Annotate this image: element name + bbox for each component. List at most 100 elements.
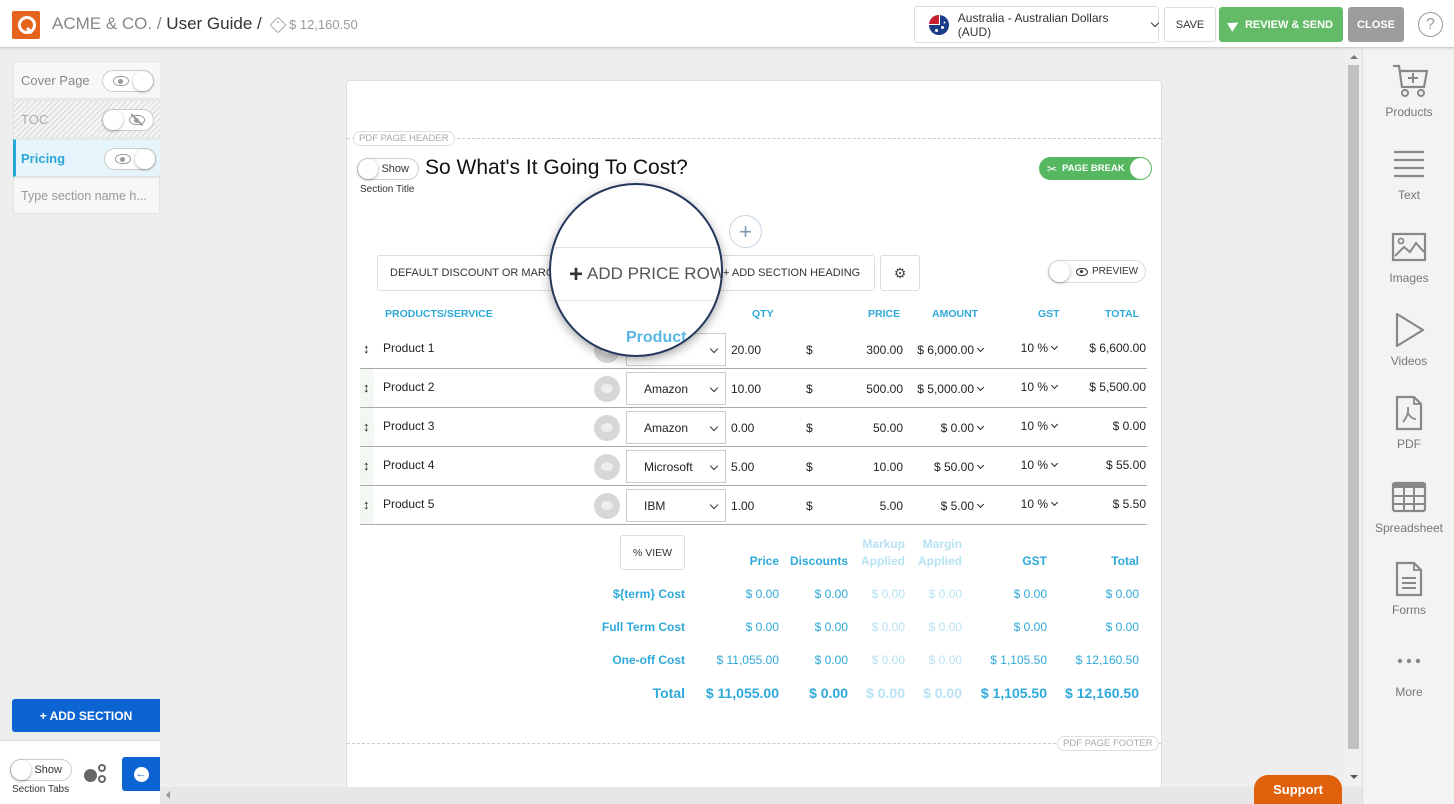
comment-icon[interactable] <box>594 493 620 519</box>
add-price-row-magnified[interactable]: + ADD PRICE ROW <box>569 260 721 288</box>
tool-text[interactable]: Text <box>1363 146 1454 202</box>
supplier-select[interactable]: Microsoft <box>626 450 726 483</box>
visibility-toggle[interactable] <box>104 148 156 170</box>
tool-spreadsheet[interactable]: Spreadsheet <box>1363 479 1454 535</box>
supplier-select[interactable]: Amazon <box>626 411 726 444</box>
paper-plane-icon <box>1227 17 1241 32</box>
price-value[interactable]: 300.00 <box>830 343 903 357</box>
percent-view-button[interactable]: % VIEW <box>620 535 685 570</box>
product-name[interactable]: Product 4 <box>383 458 434 472</box>
drag-arrows-icon[interactable]: ↕ <box>363 380 370 395</box>
gst-select[interactable]: 10 % <box>1000 380 1059 394</box>
pdf-page-footer-label[interactable]: PDF PAGE FOOTER <box>1057 736 1159 751</box>
section-label: TOC <box>21 111 49 127</box>
close-button[interactable]: CLOSE <box>1348 7 1404 42</box>
gst-select[interactable]: 10 % <box>1000 497 1059 511</box>
toggle-knob <box>358 159 378 179</box>
add-section-heading-button[interactable]: + ADD SECTION HEADING <box>715 255 875 291</box>
qty-value[interactable]: 0.00 <box>731 421 754 435</box>
help-icon[interactable]: ? <box>1418 12 1443 37</box>
product-name[interactable]: Product 2 <box>383 380 434 394</box>
amount-select[interactable]: $ 0.00 <box>903 421 985 435</box>
breadcrumb-company[interactable]: ACME & CO. / <box>52 14 166 33</box>
gst-select[interactable]: 10 % <box>1000 341 1059 355</box>
supplier-select[interactable]: IBM <box>626 489 726 522</box>
section-title[interactable]: So What's It Going To Cost? <box>425 156 688 180</box>
spreadsheet-icon <box>1391 479 1427 515</box>
plus-icon: + <box>569 260 584 288</box>
drag-arrows-icon[interactable]: ↕ <box>363 419 370 434</box>
price-value[interactable]: 50.00 <box>830 421 903 435</box>
qty-value[interactable]: 10.00 <box>731 382 761 396</box>
table-settings-button[interactable]: ⚙ <box>880 255 920 291</box>
scroll-thumb[interactable] <box>1348 65 1359 749</box>
comment-icon[interactable] <box>594 415 620 441</box>
section-tabs-toggle[interactable]: Show <box>10 759 72 781</box>
amount-select[interactable]: $ 50.00 <box>903 460 985 474</box>
toggle-label: Show <box>381 163 409 175</box>
tool-pdf[interactable]: PDF <box>1363 395 1454 451</box>
eye-slash-icon <box>129 115 145 125</box>
tool-more[interactable]: More <box>1363 647 1454 699</box>
comment-icon[interactable] <box>594 454 620 480</box>
save-button[interactable]: SAVE <box>1164 7 1216 42</box>
amount-select[interactable]: $ 5,000.00 <box>903 382 985 396</box>
summary-header-margin-applied: Applied <box>918 554 962 568</box>
visibility-toggle[interactable] <box>102 109 154 131</box>
qty-value[interactable]: 1.00 <box>731 499 754 513</box>
gst-select[interactable]: 10 % <box>1000 458 1059 472</box>
breadcrumb-document[interactable]: User Guide / <box>166 14 261 33</box>
default-discount-button[interactable]: DEFAULT DISCOUNT OR MARGIN <box>377 255 562 291</box>
qty-value[interactable]: 20.00 <box>731 343 761 357</box>
comment-icon[interactable] <box>594 376 620 402</box>
tool-videos[interactable]: Videos <box>1363 312 1454 368</box>
visibility-toggle[interactable] <box>102 70 154 92</box>
tool-images[interactable]: Images <box>1363 229 1454 285</box>
price-value[interactable]: 5.00 <box>830 499 903 513</box>
tool-label: PDF <box>1397 437 1421 451</box>
section-item-cover-page[interactable]: Cover Page <box>13 61 160 99</box>
settings-gears-icon[interactable] <box>84 764 108 784</box>
pdf-page-header-label[interactable]: PDF PAGE HEADER <box>353 131 455 146</box>
section-item-pricing[interactable]: Pricing <box>13 139 160 177</box>
summary-margin-value: $ 0.00 <box>923 685 962 701</box>
new-section-input[interactable]: Type section name h... <box>13 177 160 214</box>
drag-arrows-icon[interactable]: ↕ <box>363 497 370 512</box>
add-section-button[interactable]: + ADD SECTION <box>12 699 160 732</box>
amount-select[interactable]: $ 6,000.00 <box>903 343 985 357</box>
preview-toggle[interactable]: PREVIEW <box>1048 260 1146 283</box>
product-name[interactable]: Product 5 <box>383 497 434 511</box>
vertical-scrollbar[interactable] <box>1346 49 1362 787</box>
price-value[interactable]: 10.00 <box>830 460 903 474</box>
chevron-down-icon <box>976 422 985 431</box>
price-value[interactable]: 500.00 <box>830 382 903 396</box>
product-name[interactable]: Product 1 <box>383 341 434 355</box>
supplier-value: Amazon <box>644 420 689 435</box>
page-break-toggle[interactable]: ✂ PAGE BREAK <box>1039 157 1152 180</box>
drag-arrows-icon[interactable]: ↕ <box>363 341 370 356</box>
amount-select[interactable]: $ 5.00 <box>903 499 985 513</box>
summary-header-total: Total <box>1111 554 1139 568</box>
gst-select[interactable]: 10 % <box>1000 419 1059 433</box>
drag-arrows-icon[interactable]: ↕ <box>363 458 370 473</box>
product-name[interactable]: Product 3 <box>383 419 434 433</box>
qty-value[interactable]: 5.00 <box>731 460 754 474</box>
currency-select[interactable]: Australia - Australian Dollars (AUD) <box>914 6 1160 43</box>
app-logo[interactable] <box>12 11 40 39</box>
add-block-button[interactable]: + <box>729 215 762 248</box>
collapse-sidebar-button[interactable]: ← <box>122 757 160 791</box>
tool-label: Text <box>1397 188 1420 202</box>
support-button[interactable]: Support <box>1254 775 1342 804</box>
tool-products[interactable]: Products <box>1363 63 1454 119</box>
section-title-toggle[interactable]: Show <box>357 158 419 180</box>
supplier-select[interactable]: Amazon <box>626 372 726 405</box>
section-item-toc[interactable]: TOC <box>13 100 160 138</box>
review-send-button[interactable]: REVIEW & SEND <box>1219 7 1343 42</box>
row-total-value: $ 55.00 <box>1105 458 1146 472</box>
horizontal-scrollbar[interactable] <box>160 787 1362 804</box>
scroll-left-arrow[interactable] <box>166 791 170 799</box>
scroll-down-arrow[interactable] <box>1350 775 1358 779</box>
tool-forms[interactable]: Forms <box>1363 561 1454 617</box>
pdf-icon <box>1391 395 1427 431</box>
scroll-up-arrow[interactable] <box>1350 55 1358 59</box>
